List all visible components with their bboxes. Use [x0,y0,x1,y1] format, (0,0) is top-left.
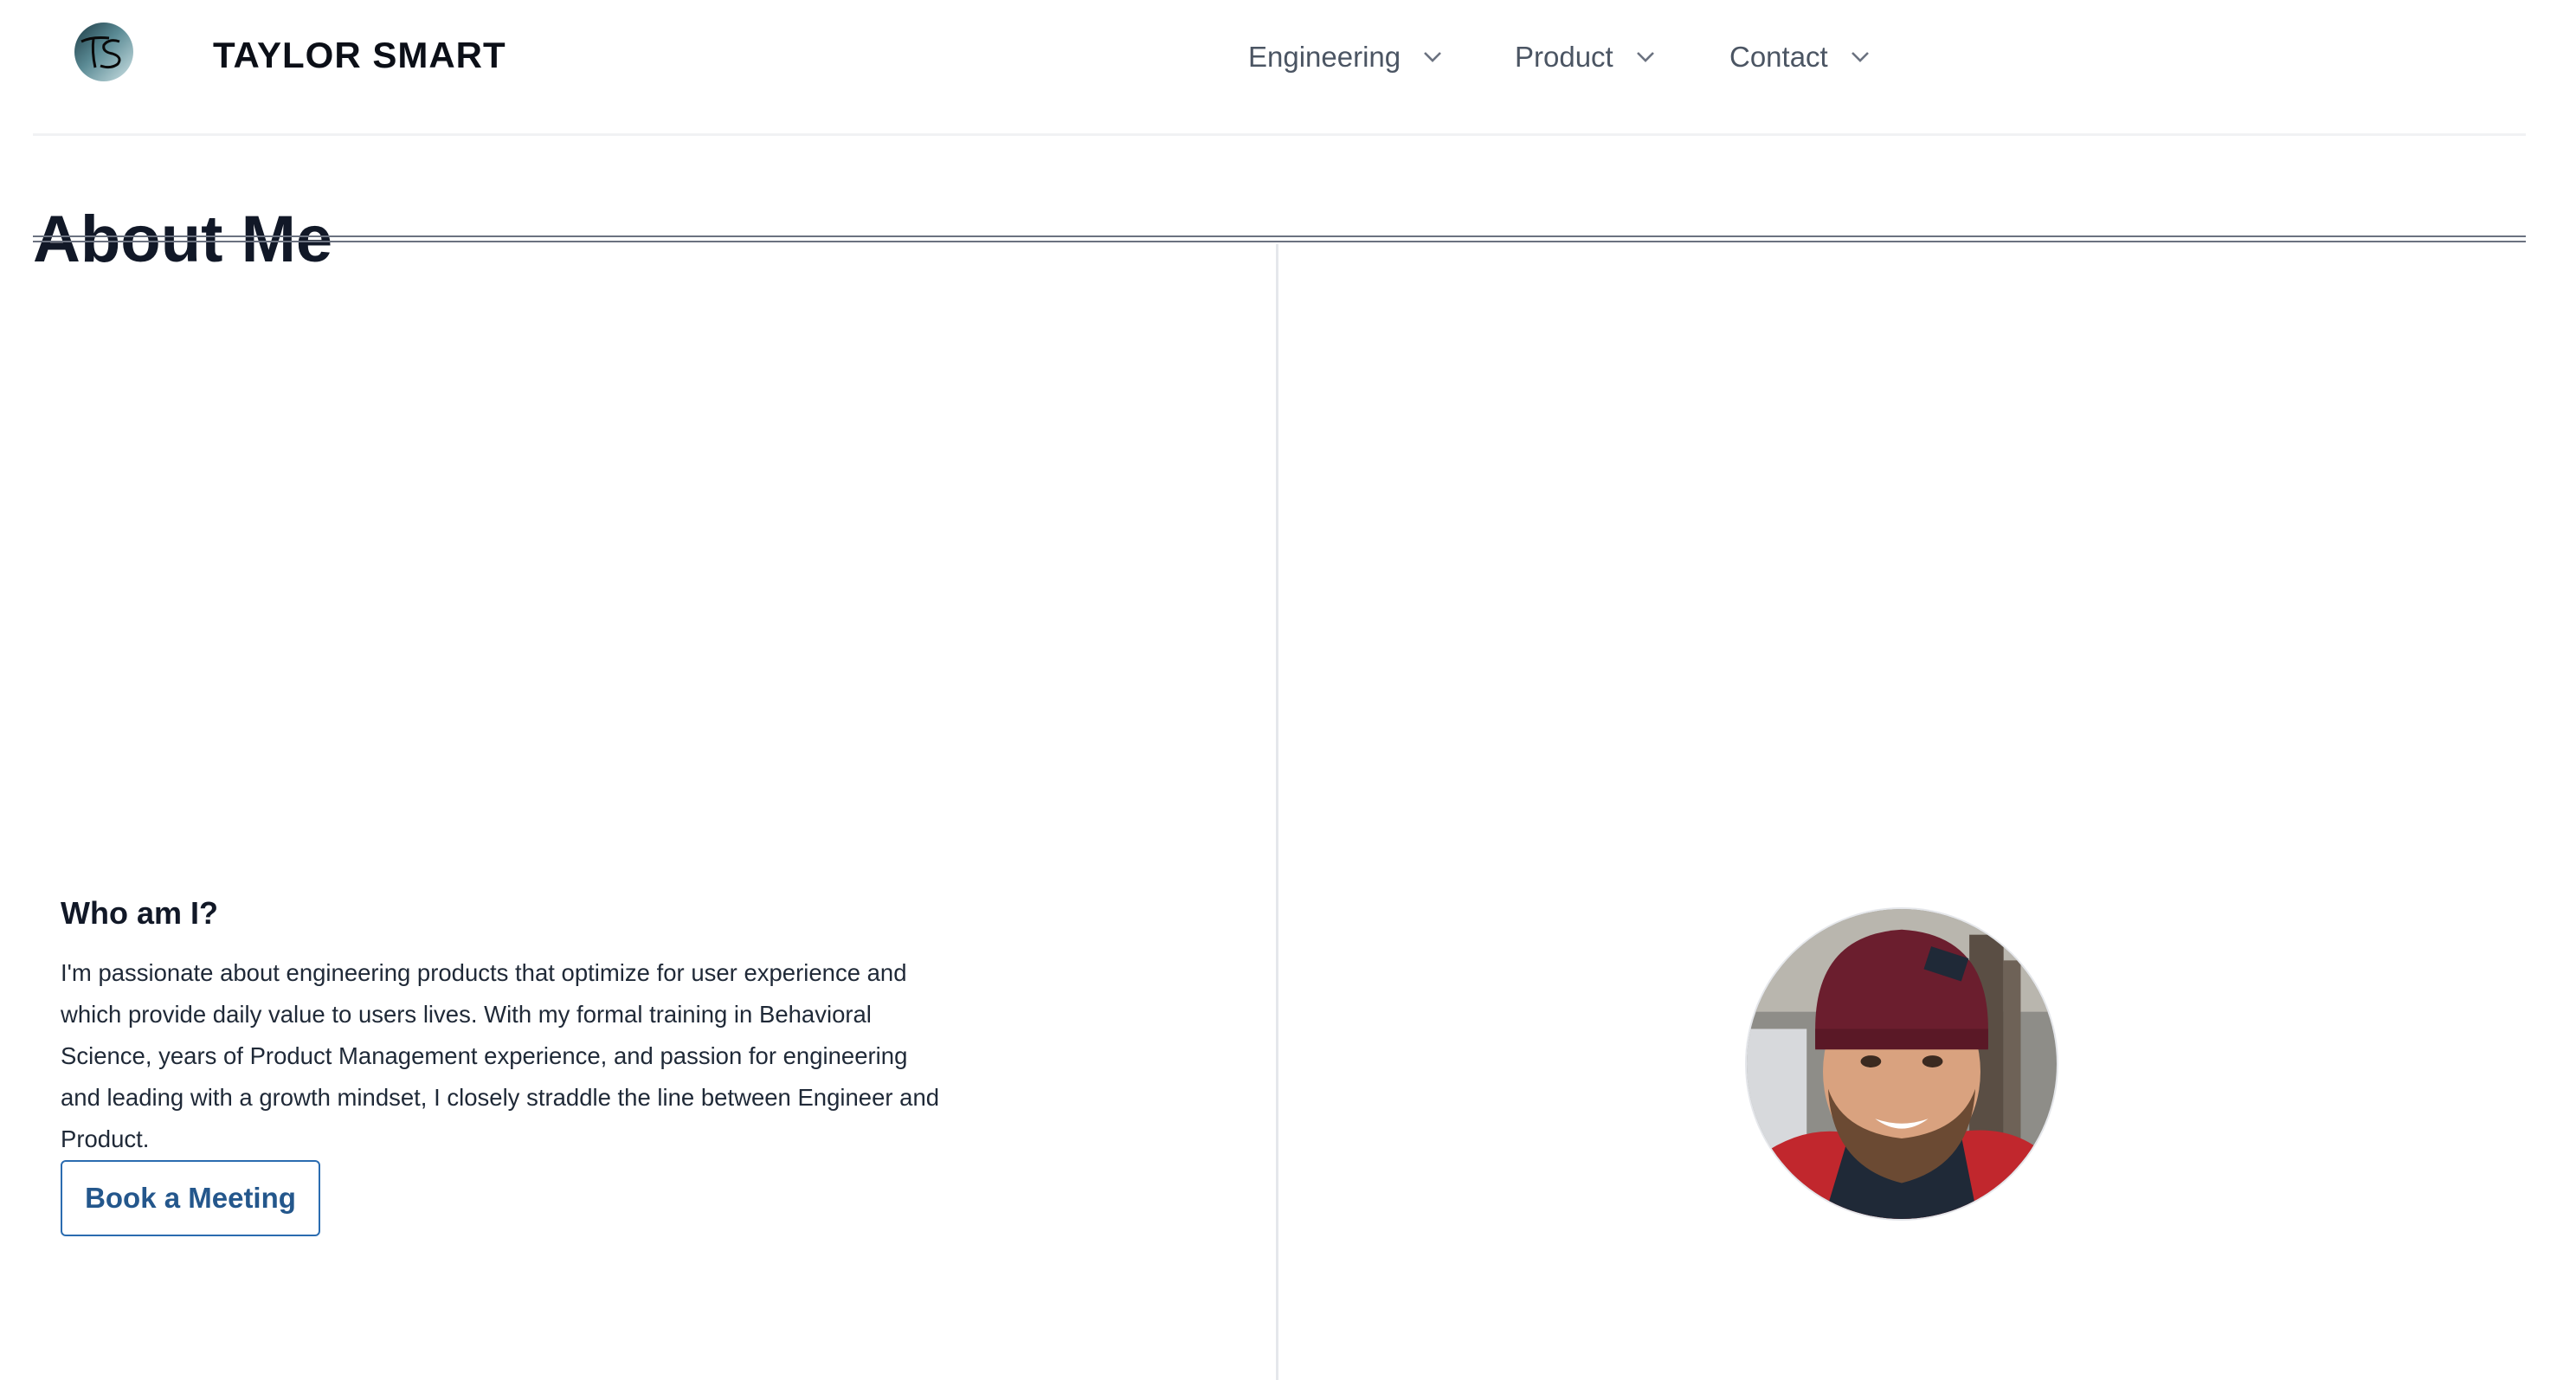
book-meeting-button[interactable]: Book a Meeting [61,1160,320,1236]
nav-engineering[interactable]: Engineering [1248,40,1442,74]
ts-monogram-icon [80,36,121,69]
title-divider [33,235,2526,237]
ts-logo[interactable] [74,23,133,81]
nav-product-label: Product [1515,41,1613,73]
top-navigation-bar: TAYLOR SMART Engineering Product Contact [33,0,2526,136]
nav-engineering-label: Engineering [1248,41,1401,73]
chevron-down-icon [1424,52,1442,62]
bio-paragraph: I'm passionate about engineering product… [61,959,940,1152]
chevron-down-icon [1636,52,1654,62]
brand-name[interactable]: TAYLOR SMART [213,35,506,76]
column-divider [1276,244,1278,1380]
title-divider-secondary [33,241,2526,242]
profile-photo [1745,907,2058,1221]
nav-contact[interactable]: Contact [1729,40,1870,74]
chevron-down-icon [1851,52,1869,62]
page-title: About Me [33,202,333,276]
who-am-i-heading: Who am I? [61,895,218,931]
nav-product[interactable]: Product [1515,40,1655,74]
nav-contact-label: Contact [1729,41,1828,73]
profile-photo-image [1747,909,2057,1219]
